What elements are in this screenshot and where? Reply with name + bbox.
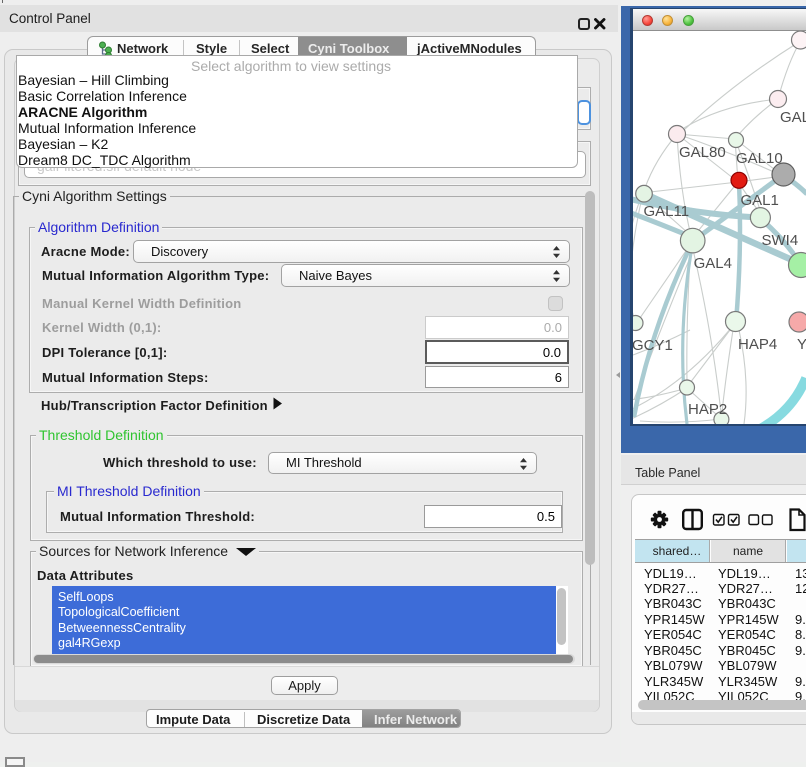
svg-text:GAL11: GAL11 bbox=[644, 203, 690, 220]
svg-text:HAP2: HAP2 bbox=[688, 401, 727, 418]
svg-text:GAL4: GAL4 bbox=[694, 255, 732, 272]
svg-text:GAL1: GAL1 bbox=[741, 192, 779, 209]
svg-text:GAL10: GAL10 bbox=[736, 150, 783, 167]
svg-text:GAL2: GAL2 bbox=[780, 109, 806, 126]
svg-text:GAL80: GAL80 bbox=[679, 144, 726, 161]
svg-text:GCY1: GCY1 bbox=[633, 337, 673, 354]
svg-text:YJ: YJ bbox=[797, 336, 806, 353]
svg-text:SWI4: SWI4 bbox=[762, 232, 799, 249]
svg-text:HAP4: HAP4 bbox=[738, 336, 777, 353]
